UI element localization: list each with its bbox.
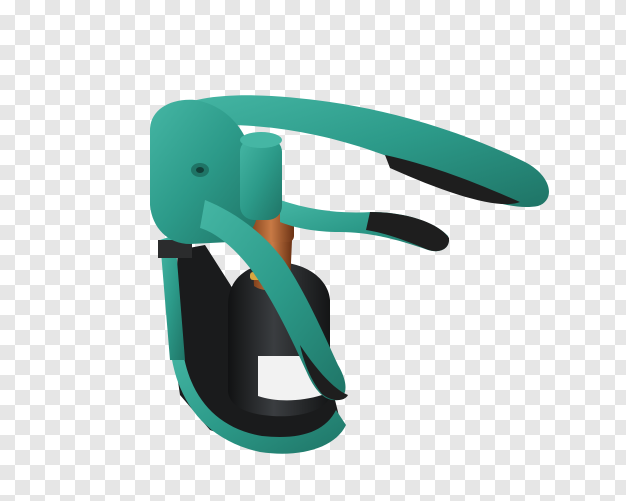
transparent-background-checkerboard bbox=[0, 0, 626, 501]
lower-lever-handle bbox=[280, 200, 450, 252]
lever-corkscrew-illustration bbox=[150, 95, 549, 454]
lower-grip bbox=[366, 212, 450, 252]
plunger-column bbox=[240, 132, 282, 220]
